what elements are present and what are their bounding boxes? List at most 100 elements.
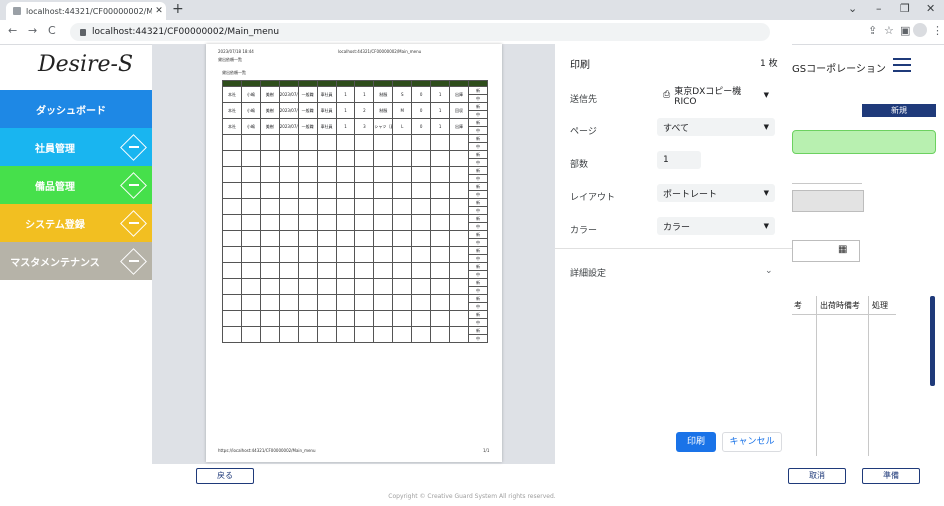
close-window-button[interactable]: ✕ xyxy=(926,2,935,15)
dialog-divider xyxy=(555,248,792,249)
preview-cell: 一般職 xyxy=(297,118,318,135)
preview-row: 新 xyxy=(222,182,489,199)
layout-select[interactable]: ポートレート ▼ xyxy=(657,184,775,202)
preview-cell: 3 xyxy=(354,118,375,135)
tab-close-icon[interactable]: ✕ xyxy=(152,6,166,16)
preview-cell xyxy=(335,230,356,247)
preview-cell: 車社員 xyxy=(316,102,337,119)
preview-cell xyxy=(297,166,318,183)
cancel-button[interactable]: キャンセル xyxy=(722,432,782,452)
url-field[interactable]: localhost:44321/CF00000002/Main_menu xyxy=(70,23,770,41)
collapse-icon[interactable] xyxy=(120,210,147,237)
preview-cell xyxy=(259,166,280,183)
menu-employee-management[interactable]: 社員管理 xyxy=(0,128,152,166)
pages-select[interactable]: すべて ▼ xyxy=(657,118,775,136)
menu-system-registration[interactable]: システム登録 xyxy=(0,204,152,242)
collapse-icon[interactable] xyxy=(120,134,147,161)
collapse-icon[interactable] xyxy=(120,248,147,275)
preview-mark-cell: 新 xyxy=(467,246,489,255)
readonly-field xyxy=(792,190,864,212)
preview-mark-cell: 中 xyxy=(467,110,489,119)
color-value: カラー xyxy=(663,222,691,233)
preview-cell xyxy=(335,246,356,263)
preview-cell xyxy=(297,294,318,311)
preview-cell: 1 xyxy=(335,102,356,119)
preview-cell xyxy=(278,262,299,279)
preview-cell: 1 xyxy=(335,118,356,135)
chevron-down-icon[interactable]: ⌄ xyxy=(765,266,773,276)
preview-cell xyxy=(240,150,261,167)
profile-avatar-icon[interactable] xyxy=(913,23,927,37)
minimize-button[interactable]: – xyxy=(876,2,882,15)
menu-label: 社員管理 xyxy=(35,143,75,155)
back-button[interactable]: 戻る xyxy=(196,468,254,484)
copies-input[interactable]: 1 xyxy=(657,151,701,169)
preview-cell xyxy=(392,294,413,311)
preview-row: 新 xyxy=(222,230,489,247)
preview-cell: 0 xyxy=(411,118,432,135)
preview-cell xyxy=(449,326,469,343)
preview-row: 新 xyxy=(222,326,489,343)
preview-cell xyxy=(373,166,394,183)
menu-dashboard[interactable]: ダッシュボード xyxy=(0,90,152,128)
menu-master-maintenance[interactable]: マスタメンテナンス xyxy=(0,242,152,280)
new-tab-button[interactable]: + xyxy=(172,1,184,17)
preview-cell xyxy=(222,262,242,279)
vertical-scrollbar[interactable] xyxy=(930,296,935,386)
maximize-button[interactable]: ❐ xyxy=(900,2,910,15)
preview-cell xyxy=(316,326,337,343)
sidepanel-icon[interactable]: ▣ xyxy=(900,24,910,37)
copies-value: 1 xyxy=(663,155,669,165)
tab-search-icon[interactable]: ⌄ xyxy=(848,2,857,15)
preview-cell xyxy=(373,246,394,263)
preview-cell: 1 xyxy=(430,86,451,103)
preview-cell xyxy=(354,294,375,311)
sheet-count: 1 枚 xyxy=(760,59,778,69)
kebab-menu-icon[interactable]: ⋮ xyxy=(932,24,943,37)
preview-cell xyxy=(278,198,299,215)
date-input[interactable] xyxy=(792,240,860,262)
table-header: 考 出荷時備考 処理 xyxy=(792,296,896,315)
calendar-icon[interactable]: ▦ xyxy=(838,244,847,255)
forward-arrow-icon[interactable]: → xyxy=(28,24,37,37)
destination-select[interactable]: ⎙ 東京DXコピー機 RICO ▼ xyxy=(657,86,775,107)
preview-row: 新 xyxy=(222,134,489,151)
color-label: カラー xyxy=(570,226,598,236)
preview-cell xyxy=(392,150,413,167)
preview-cell: 2023/07/10 xyxy=(278,118,299,135)
color-select[interactable]: カラー ▼ xyxy=(657,217,775,235)
preview-mark-cell: 中 xyxy=(467,206,489,215)
prepare-button[interactable]: 準備 xyxy=(862,468,920,484)
share-icon[interactable]: ⇪ xyxy=(868,24,877,37)
preview-cell xyxy=(297,198,318,215)
preview-cell xyxy=(411,230,432,247)
back-arrow-icon[interactable]: ← xyxy=(8,24,17,37)
hamburger-menu-icon[interactable] xyxy=(893,58,911,76)
preview-cell xyxy=(373,150,394,167)
preview-cell xyxy=(316,230,337,247)
preview-mark-cell: 新 xyxy=(467,102,489,111)
preview-cell xyxy=(259,326,280,343)
preview-cell: 本社 xyxy=(222,86,242,103)
cancel-entry-button[interactable]: 取消 xyxy=(788,468,846,484)
preview-cell xyxy=(392,182,413,199)
preview-cell xyxy=(240,134,261,151)
preview-cell xyxy=(222,310,242,327)
collapse-icon[interactable] xyxy=(120,172,147,199)
preview-mark-cell: 中 xyxy=(467,286,489,295)
preview-cell xyxy=(259,246,280,263)
preview-doc-subtitle: 貸出依頼一覧 xyxy=(222,70,246,75)
more-settings-toggle[interactable]: 詳細設定 xyxy=(570,266,606,279)
column-header: 処理 xyxy=(872,301,888,310)
preview-cell: 一般職 xyxy=(297,102,318,119)
reload-icon[interactable]: C xyxy=(48,24,56,37)
preview-cell xyxy=(278,278,299,295)
preview-cell xyxy=(240,262,261,279)
print-button[interactable]: 印刷 xyxy=(676,432,716,452)
bookmark-star-icon[interactable]: ☆ xyxy=(884,24,894,37)
browser-tab[interactable]: localhost:44321/CF00000002/Ma ✕ xyxy=(6,2,166,20)
preview-cell xyxy=(278,214,299,231)
menu-equipment-management[interactable]: 備品管理 xyxy=(0,166,152,204)
preview-cell: 小嶋 xyxy=(240,86,261,103)
new-button[interactable]: 新規 xyxy=(862,104,936,117)
